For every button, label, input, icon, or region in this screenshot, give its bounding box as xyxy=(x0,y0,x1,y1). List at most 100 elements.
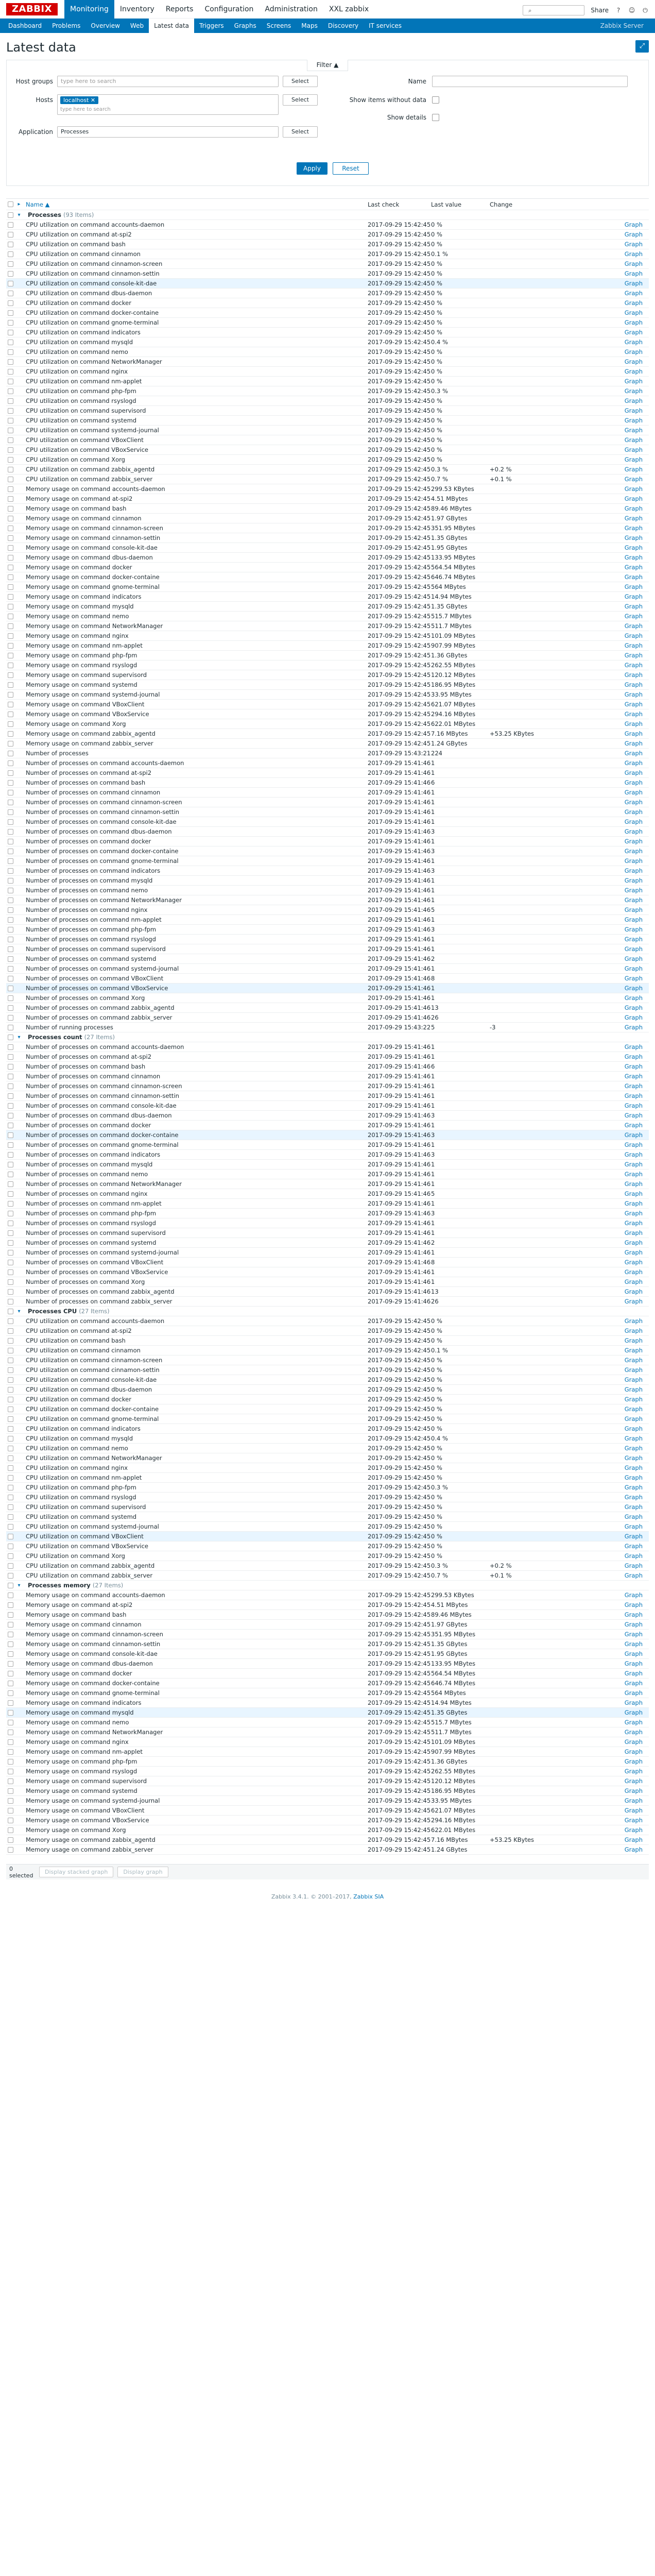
graph-link[interactable]: Graph xyxy=(617,1180,648,1188)
row-checkbox[interactable] xyxy=(7,1778,13,1784)
row-checkbox[interactable] xyxy=(7,1602,13,1608)
graph-link[interactable]: Graph xyxy=(617,1043,648,1050)
collapse-icon[interactable]: ▾ xyxy=(14,1035,24,1040)
row-checkbox[interactable] xyxy=(7,1132,13,1138)
row-checkbox[interactable] xyxy=(7,574,13,580)
row-checkbox[interactable] xyxy=(7,1289,13,1295)
row-checkbox[interactable] xyxy=(7,926,13,933)
row-checkbox[interactable] xyxy=(7,848,13,854)
apply-button[interactable]: Apply xyxy=(297,162,328,175)
graph-link[interactable]: Graph xyxy=(617,945,648,953)
graph-link[interactable]: Graph xyxy=(617,1415,648,1422)
row-checkbox[interactable] xyxy=(7,1063,13,1070)
help-icon[interactable]: ? xyxy=(615,7,622,14)
collapse-icon[interactable]: ▾ xyxy=(14,1583,24,1588)
graph-link[interactable]: Graph xyxy=(617,1288,648,1295)
graph-link[interactable]: Graph xyxy=(617,417,648,424)
graph-link[interactable]: Graph xyxy=(617,485,648,493)
row-checkbox[interactable] xyxy=(7,368,13,375)
graph-link[interactable]: Graph xyxy=(617,544,648,551)
row-checkbox[interactable] xyxy=(7,750,13,756)
graph-link[interactable]: Graph xyxy=(617,1229,648,1236)
graph-link[interactable]: Graph xyxy=(617,1817,648,1824)
graph-link[interactable]: Graph xyxy=(617,1131,648,1139)
row-checkbox[interactable] xyxy=(7,1347,13,1353)
row-checkbox[interactable] xyxy=(7,359,13,365)
row-checkbox[interactable] xyxy=(7,672,13,678)
graph-link[interactable]: Graph xyxy=(617,691,648,698)
row-checkbox[interactable] xyxy=(7,946,13,952)
graph-link[interactable]: Graph xyxy=(617,750,648,757)
graph-link[interactable]: Graph xyxy=(617,1777,648,1785)
sub-menu-item-triggers[interactable]: Triggers xyxy=(194,19,229,33)
expand-all-icon[interactable]: ▸ xyxy=(14,201,24,207)
row-checkbox[interactable] xyxy=(7,1680,13,1686)
reset-button[interactable]: Reset xyxy=(333,162,369,175)
graph-link[interactable]: Graph xyxy=(617,427,648,434)
graph-link[interactable]: Graph xyxy=(617,701,648,708)
row-checkbox[interactable] xyxy=(7,427,13,433)
row-checkbox[interactable] xyxy=(7,1709,13,1716)
row-checkbox[interactable] xyxy=(7,290,13,296)
graph-link[interactable]: Graph xyxy=(617,975,648,982)
graph-link[interactable]: Graph xyxy=(617,877,648,884)
row-checkbox[interactable] xyxy=(7,1543,13,1549)
row-checkbox[interactable] xyxy=(7,505,13,512)
group-row[interactable]: ▾ Processes count (27 Items) xyxy=(6,1032,649,1042)
graph-link[interactable]: Graph xyxy=(617,1846,648,1853)
row-checkbox[interactable] xyxy=(7,349,13,355)
graph-link[interactable]: Graph xyxy=(617,358,648,365)
row-checkbox[interactable] xyxy=(7,1377,13,1383)
graph-link[interactable]: Graph xyxy=(617,593,648,600)
row-checkbox[interactable] xyxy=(7,1621,13,1628)
graph-link[interactable]: Graph xyxy=(617,1670,648,1677)
graph-link[interactable]: Graph xyxy=(617,270,648,277)
graph-link[interactable]: Graph xyxy=(617,681,648,688)
graph-link[interactable]: Graph xyxy=(617,1797,648,1804)
graph-link[interactable]: Graph xyxy=(617,965,648,972)
graph-link[interactable]: Graph xyxy=(617,936,648,943)
display-stacked-graph-button[interactable]: Display stacked graph xyxy=(39,1867,114,1877)
row-checkbox[interactable] xyxy=(7,809,13,815)
graph-link[interactable]: Graph xyxy=(617,1171,648,1178)
graph-link[interactable]: Graph xyxy=(617,1102,648,1109)
graph-link[interactable]: Graph xyxy=(617,338,648,346)
name-column-header[interactable]: Name ▲ xyxy=(24,201,368,208)
row-checkbox[interactable] xyxy=(7,868,13,874)
row-checkbox[interactable] xyxy=(7,711,13,717)
graph-link[interactable]: Graph xyxy=(617,818,648,825)
row-checkbox[interactable] xyxy=(7,408,13,414)
graph-link[interactable]: Graph xyxy=(617,1347,648,1354)
row-checkbox[interactable] xyxy=(7,1181,13,1187)
row-checkbox[interactable] xyxy=(7,466,13,472)
row-checkbox[interactable] xyxy=(7,1416,13,1422)
graph-link[interactable]: Graph xyxy=(617,740,648,747)
sub-menu-item-problems[interactable]: Problems xyxy=(47,19,85,33)
row-checkbox[interactable] xyxy=(7,1337,13,1344)
graph-link[interactable]: Graph xyxy=(617,1278,648,1285)
row-checkbox[interactable] xyxy=(7,437,13,443)
graph-link[interactable]: Graph xyxy=(617,554,648,561)
graph-link[interactable]: Graph xyxy=(617,671,648,679)
row-checkbox[interactable] xyxy=(7,828,13,835)
graph-link[interactable]: Graph xyxy=(617,1425,648,1432)
collapse-icon[interactable]: ▾ xyxy=(14,212,24,218)
row-checkbox[interactable] xyxy=(7,1739,13,1745)
graph-link[interactable]: Graph xyxy=(617,1357,648,1364)
group-row[interactable]: ▾ Processes memory (27 Items) xyxy=(6,1581,649,1590)
row-checkbox[interactable] xyxy=(7,456,13,463)
graph-link[interactable]: Graph xyxy=(617,1161,648,1168)
graph-link[interactable]: Graph xyxy=(617,1484,648,1491)
share-link[interactable]: Share xyxy=(591,7,609,14)
row-checkbox[interactable] xyxy=(7,965,13,972)
row-checkbox[interactable] xyxy=(7,1700,13,1706)
graph-link[interactable]: Graph xyxy=(617,378,648,385)
graph-link[interactable]: Graph xyxy=(617,1082,648,1090)
graph-link[interactable]: Graph xyxy=(617,1709,648,1716)
row-checkbox[interactable] xyxy=(7,564,13,570)
graph-link[interactable]: Graph xyxy=(617,466,648,473)
sub-menu-item-screens[interactable]: Screens xyxy=(262,19,297,33)
row-checkbox[interactable] xyxy=(7,398,13,404)
row-checkbox[interactable] xyxy=(7,1445,13,1451)
row-checkbox[interactable] xyxy=(7,1563,13,1569)
